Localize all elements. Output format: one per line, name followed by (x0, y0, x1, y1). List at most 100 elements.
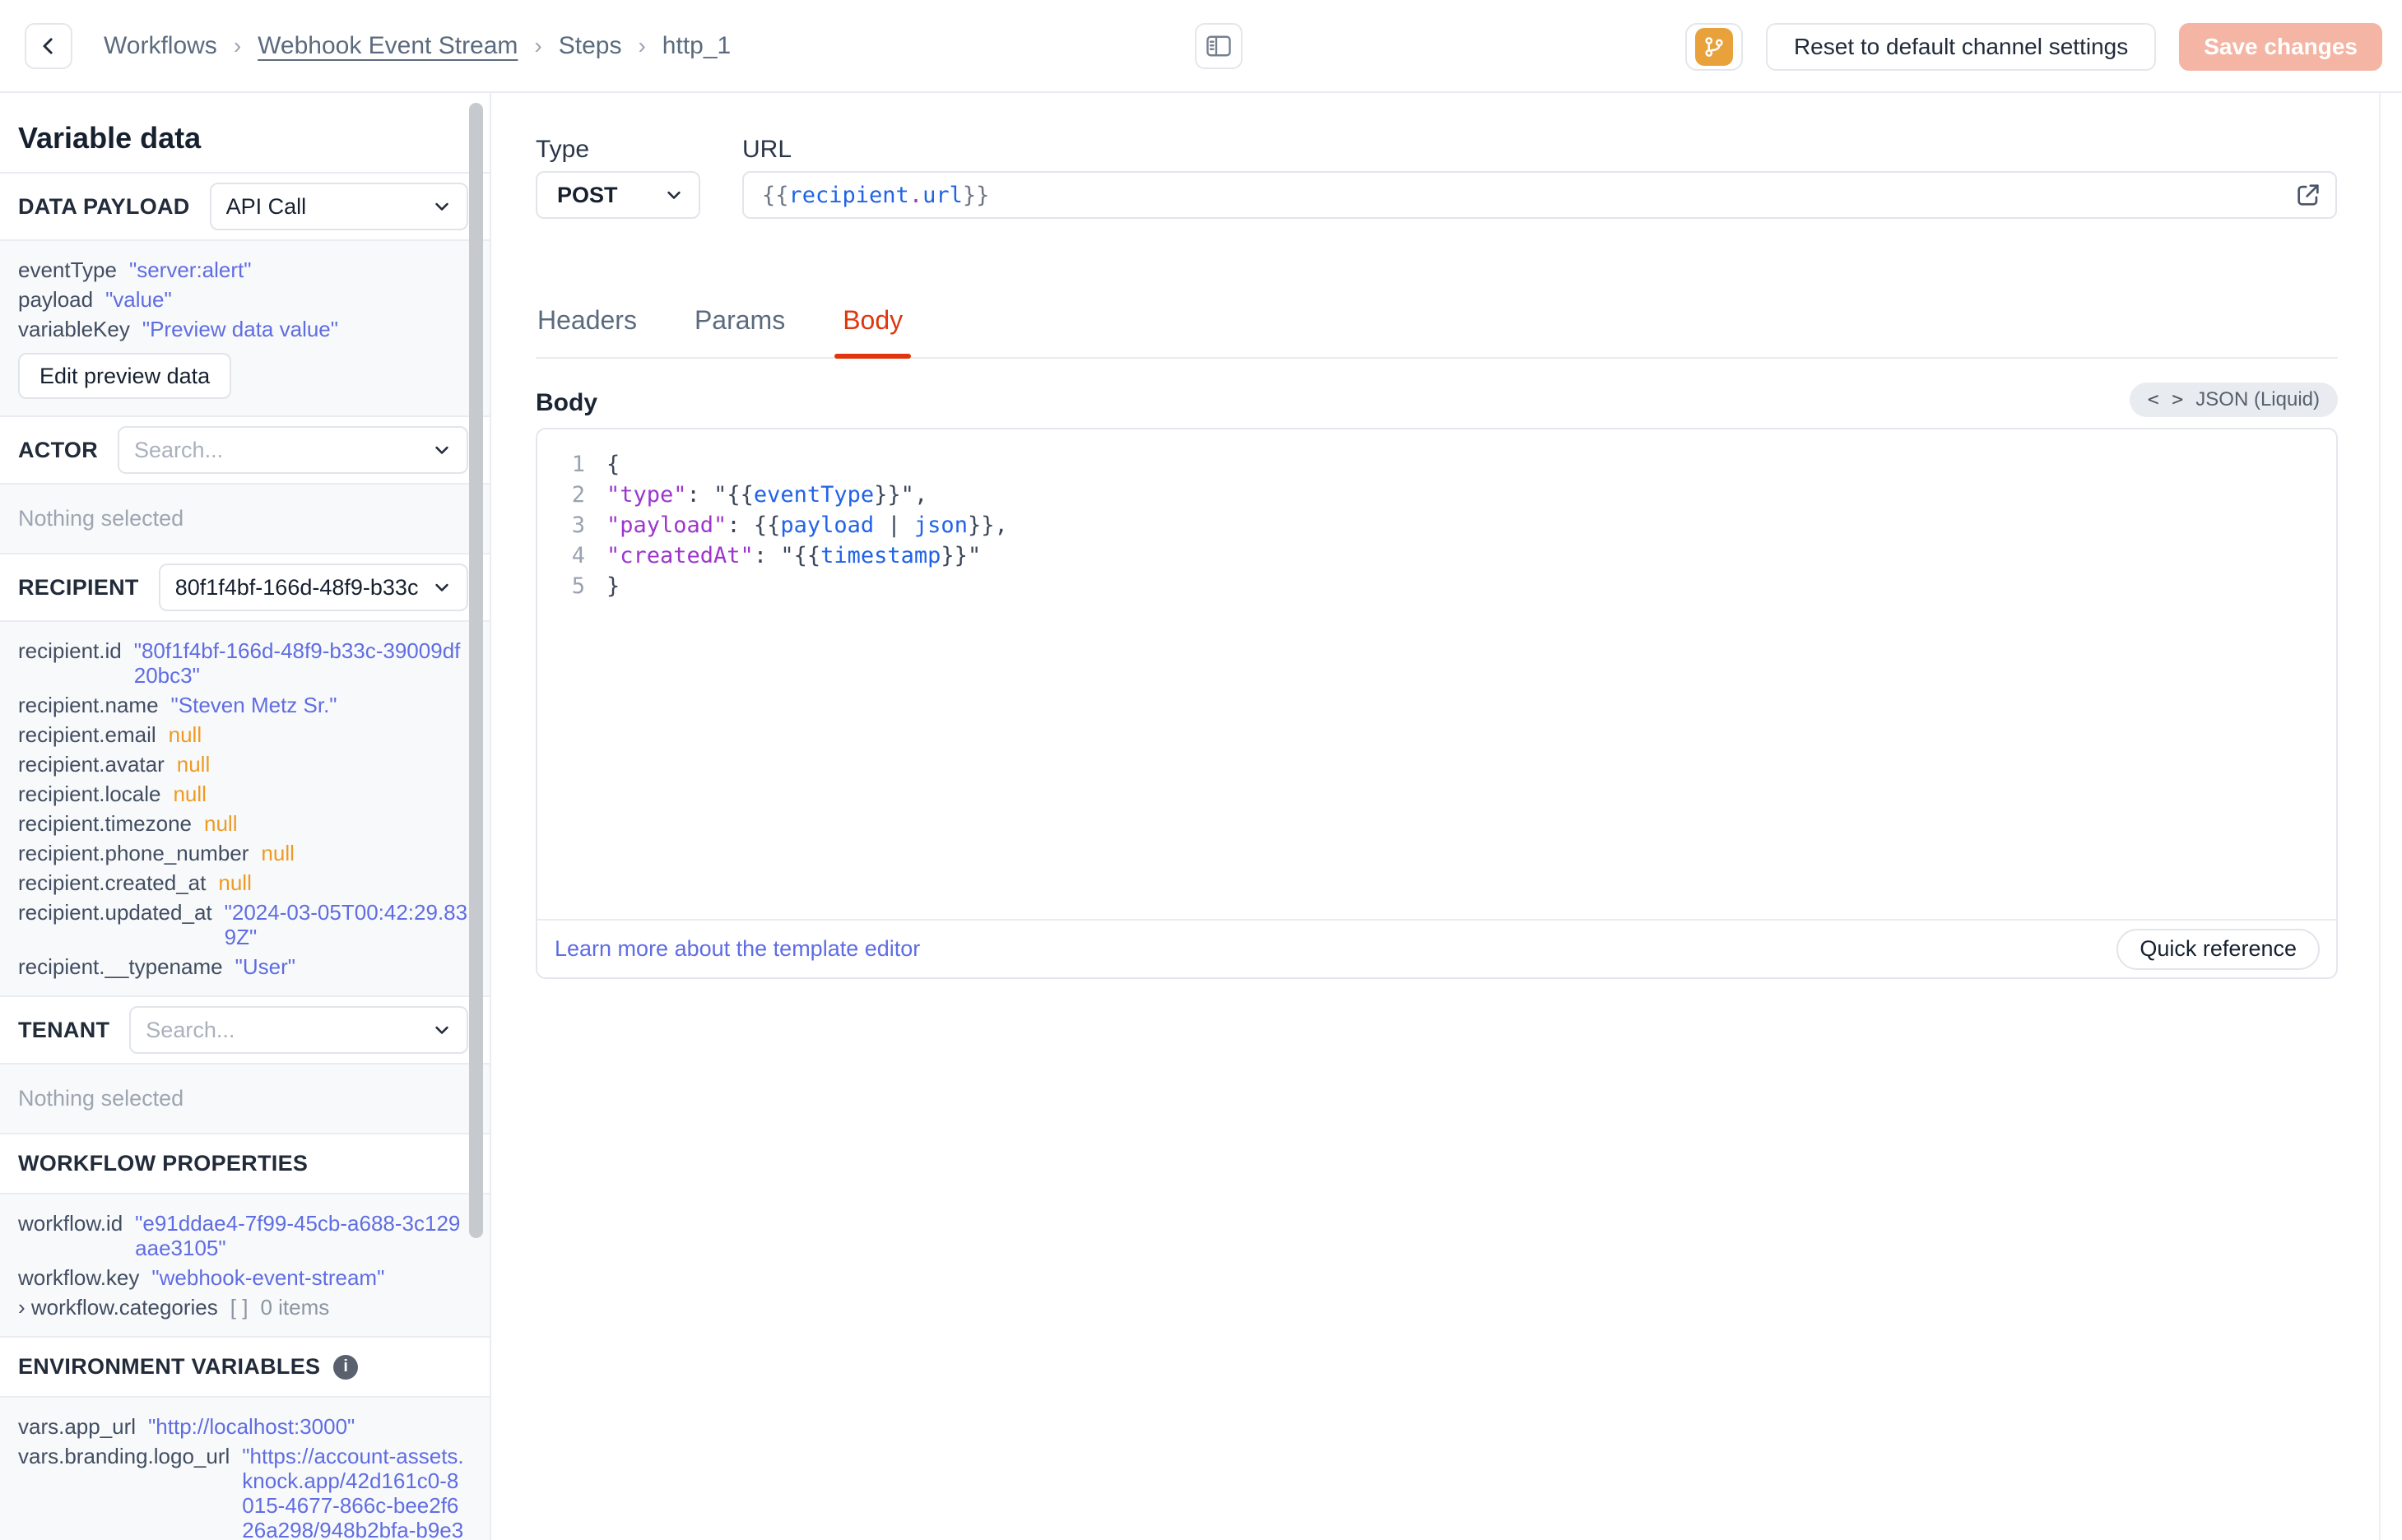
kv-row[interactable]: › workflow.categories [ ] 0 items (18, 1295, 468, 1320)
kv-key: workflow.id (18, 1211, 123, 1236)
recipient-label: RECIPIENT (18, 574, 139, 600)
environment-variables-label: ENVIRONMENT VARIABLES (18, 1354, 321, 1379)
info-icon[interactable]: i (333, 1354, 359, 1380)
actor-label: ACTOR (18, 437, 99, 462)
kv-value: null (173, 782, 207, 806)
chevron-left-icon (36, 34, 61, 58)
request-tabs: Headers Params Body (536, 297, 2338, 359)
kv-value: "e91ddae4-7f99-45cb-a688-3c129aae3105" (135, 1211, 461, 1260)
breadcrumb-item[interactable]: Steps (559, 32, 622, 60)
code-text: "payload": {{payload | json}}, (606, 513, 1008, 538)
template-editor-docs-link[interactable]: Learn more about the template editor (555, 936, 920, 962)
kv-value: "Steven Metz Sr." (170, 693, 337, 717)
recipient-select[interactable]: 80f1f4bf-166d-48f9-b33c (158, 564, 468, 611)
breadcrumb-item[interactable]: Workflows (104, 32, 217, 60)
token: }} (962, 182, 990, 208)
data-payload-label: DATA PAYLOAD (18, 193, 190, 219)
kv-row: recipient.email null (18, 722, 468, 747)
breadcrumb-item[interactable]: http_1 (662, 32, 731, 60)
line-number: 3 (571, 513, 585, 538)
kv-key: workflow.key (18, 1265, 140, 1290)
actor-search-select[interactable]: Search... (118, 426, 468, 474)
kv-row: recipient.updated_at "2024-03-05T00:42:29… (18, 900, 468, 949)
kv-value: null (176, 752, 211, 777)
variable-data-panel: Variable data DATA PAYLOAD API Call even… (0, 93, 491, 1540)
code-text: { (606, 452, 620, 477)
chevron-down-icon (430, 1018, 453, 1041)
tenant-search-select[interactable]: Search... (129, 1006, 468, 1054)
kv-key: › workflow.categories (18, 1295, 218, 1320)
kv-key: vars.app_url (18, 1414, 137, 1439)
url-input[interactable]: {{recipient.url}} (742, 171, 2337, 219)
git-branch-icon (1694, 28, 1733, 66)
toggle-sidebar-button[interactable] (1195, 23, 1243, 69)
kv-extra: 0 items (260, 1295, 330, 1320)
commit-button[interactable] (1684, 23, 1743, 71)
kv-row: recipient.avatar null (18, 752, 468, 777)
tab-body[interactable]: Body (834, 297, 912, 359)
kv-row: recipient.__typename "User" (18, 954, 468, 979)
panel-toggle-icon (1202, 31, 1235, 61)
kv-value: null (218, 870, 252, 895)
code-line: 4 "createdAt": "{{timestamp}}" (537, 540, 2336, 571)
kv-value: "2024-03-05T00:42:29.839Z" (224, 900, 468, 949)
save-changes-button[interactable]: Save changes (2179, 23, 2382, 71)
top-header: Workflows › Webhook Event Stream › Steps › htt… (0, 0, 2402, 93)
token: url (922, 182, 963, 208)
kv-row: workflow.id "e91ddae4-7f99-45cb-a688-3c12… (18, 1211, 468, 1260)
actor-placeholder: Search... (134, 437, 224, 462)
kv-row: workflow.key "webhook-event-stream" (18, 1265, 468, 1290)
kv-key: recipient.email (18, 722, 156, 747)
tenant-empty-state: Nothing selected (0, 1065, 490, 1134)
kv-value: "User" (235, 954, 295, 979)
tab-params[interactable]: Params (693, 297, 787, 357)
code-line: 2 "type": "{{eventType}}", (537, 480, 2336, 510)
environment-variables-header: ENVIRONMENT VARIABLES i (0, 1338, 490, 1398)
kv-value: "Preview data value" (142, 317, 338, 341)
environment-variables-section: vars.app_url "http://localhost:3000" vars.… (0, 1398, 490, 1540)
kv-key: variableKey (18, 317, 130, 341)
kv-row: vars.branding.logo_url "https://account-a… (18, 1444, 468, 1540)
kv-row: variableKey "Preview data value" (18, 317, 468, 341)
editor-language-badge: < > JSON (Liquid) (2129, 383, 2338, 417)
kv-value: "server:alert" (128, 257, 252, 282)
kv-key: recipient.name (18, 693, 159, 717)
quick-reference-button[interactable]: Quick reference (2116, 928, 2320, 970)
recipient-value: 80f1f4bf-166d-48f9-b33c (174, 574, 419, 600)
code-editor[interactable]: 1{2 "type": "{{eventType}}", 3 "payload": {… (537, 429, 2336, 917)
kv-value: "webhook-event-stream" (151, 1265, 385, 1290)
breadcrumb-item[interactable]: Webhook Event Stream (258, 32, 518, 60)
kv-value: "80f1f4bf-166d-48f9-b33c-39009df20bc3" (133, 638, 461, 688)
edit-preview-data-button[interactable]: Edit preview data (18, 353, 232, 399)
kv-value: [ ] (230, 1295, 249, 1320)
data-payload-row: DATA PAYLOAD API Call (0, 174, 490, 241)
chevron-down-icon (430, 195, 453, 218)
code-line: 1{ (537, 449, 2336, 480)
line-number: 1 (571, 452, 585, 477)
back-button[interactable] (25, 22, 72, 69)
panel-title: Variable data (0, 93, 490, 174)
body-section-title: Body (536, 389, 597, 416)
kv-row: recipient.locale null (18, 782, 468, 806)
sidebar-scrollbar[interactable] (469, 103, 483, 1238)
workflow-properties-label: WORKFLOW PROPERTIES (18, 1151, 309, 1176)
kv-row: vars.app_url "http://localhost:3000" (18, 1414, 468, 1439)
editor-footer: Learn more about the template editor Qui… (537, 919, 2336, 977)
http-method-select[interactable]: POST (536, 171, 700, 219)
kv-value: null (204, 811, 238, 836)
kv-value: null (261, 841, 295, 865)
data-payload-value: API Call (225, 193, 307, 219)
url-label: URL (742, 136, 792, 163)
code-icon: < > (2147, 389, 2185, 411)
kv-key: vars.branding.logo_url (18, 1444, 230, 1468)
actor-empty-state: Nothing selected (0, 485, 490, 554)
recipient-row: RECIPIENT 80f1f4bf-166d-48f9-b33c (0, 554, 490, 622)
recipient-properties-section: recipient.id "80f1f4bf-166d-48f9-b33c-390… (0, 622, 490, 997)
external-link-icon[interactable] (2294, 181, 2322, 209)
reset-channel-settings-button[interactable]: Reset to default channel settings (1765, 23, 2157, 71)
token: {{ (762, 182, 789, 208)
tab-headers[interactable]: Headers (536, 297, 639, 357)
line-number: 4 (571, 543, 585, 568)
data-payload-select[interactable]: API Call (209, 183, 468, 230)
breadcrumb-separator: › (638, 32, 646, 58)
